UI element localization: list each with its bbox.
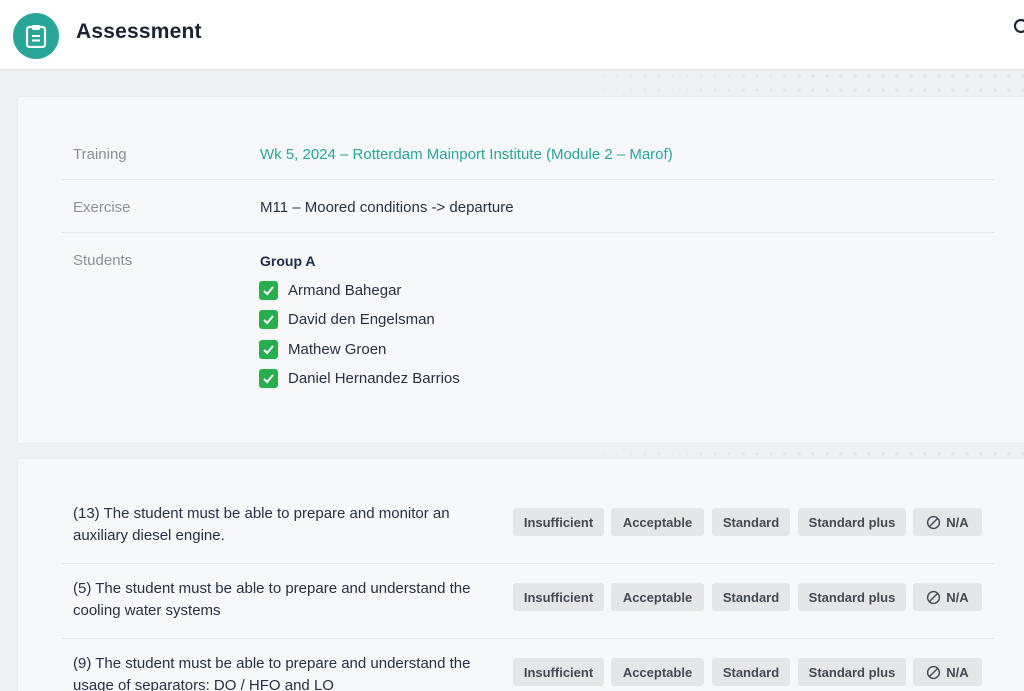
app-logo [13,13,59,59]
prohibited-icon [927,665,941,679]
student-checkbox[interactable] [259,281,278,300]
rating-na-button[interactable]: N/A [913,508,982,536]
rating-insufficient-button[interactable]: Insufficient [513,583,604,611]
criterion-row: (5) The student must be able to prepare … [62,564,994,639]
student-item[interactable]: Mathew Groen [259,340,386,359]
criterion-text: (13) The student must be able to prepare… [73,505,450,544]
rating-insufficient-button[interactable]: Insufficient [513,508,604,536]
exercise-label: Exercise [73,199,131,216]
checkmark-icon [263,286,274,296]
student-name: Daniel Hernandez Barrios [288,370,460,387]
na-label: N/A [946,514,969,530]
app-header: Assessment [0,0,1024,69]
criterion-text: (5) The student must be able to prepare … [73,580,471,619]
na-label: N/A [946,664,969,680]
rating-standard-button[interactable]: Standard [712,583,790,611]
rating-acceptable-button[interactable]: Acceptable [611,658,704,686]
rating-standard-plus-button[interactable]: Standard plus [798,583,906,611]
prohibited-icon [927,515,941,529]
rating-na-button[interactable]: N/A [913,583,982,611]
student-item[interactable]: David den Engelsman [259,310,435,329]
rating-standard-button[interactable]: Standard [712,508,790,536]
rating-standard-plus-button[interactable]: Standard plus [798,508,906,536]
student-item[interactable]: Armand Bahegar [259,281,401,300]
divider [62,179,994,180]
checkmark-icon [263,315,274,325]
divider [62,232,994,233]
page-title: Assessment [76,20,202,43]
checkmark-icon [263,374,274,384]
criterion-row: (9) The student must be able to prepare … [62,639,994,691]
search-icon[interactable] [1013,18,1024,38]
training-label: Training [73,146,127,163]
rating-acceptable-button[interactable]: Acceptable [611,583,704,611]
criterion-text: (9) The student must be able to prepare … [73,655,471,691]
rating-standard-plus-button[interactable]: Standard plus [798,658,906,686]
clipboard-icon [25,25,47,48]
student-name: David den Engelsman [288,311,435,328]
criterion-row: (13) The student must be able to prepare… [62,489,994,564]
student-checkbox[interactable] [259,369,278,388]
students-label: Students [73,252,133,269]
prohibited-icon [927,590,941,604]
rating-standard-button[interactable]: Standard [712,658,790,686]
student-name: Mathew Groen [288,341,387,358]
exercise-value: M11 – Moored conditions -> departure [260,199,514,216]
rating-insufficient-button[interactable]: Insufficient [513,658,604,686]
rating-acceptable-button[interactable]: Acceptable [611,508,704,536]
rating-na-button[interactable]: N/A [913,658,982,686]
student-checkbox[interactable] [259,340,278,359]
training-link[interactable]: Wk 5, 2024 – Rotterdam Mainport Institut… [260,146,673,163]
student-name: Armand Bahegar [288,282,402,299]
checkmark-icon [263,345,274,355]
student-item[interactable]: Daniel Hernandez Barrios [259,369,460,388]
group-title: Group A [260,253,316,269]
na-label: N/A [946,589,969,605]
student-checkbox[interactable] [259,310,278,329]
